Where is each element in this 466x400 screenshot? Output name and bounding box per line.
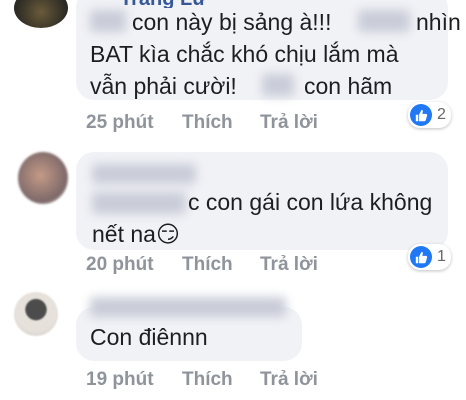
redacted-text bbox=[262, 74, 294, 96]
reaction-count-label: 1 bbox=[437, 248, 446, 265]
reaction-count-label: 2 bbox=[437, 106, 446, 123]
comment-bubble: Con điênnn bbox=[76, 297, 302, 361]
redacted-author[interactable] bbox=[92, 164, 196, 184]
redacted-author[interactable] bbox=[90, 297, 286, 317]
reply-link[interactable]: Trả lời bbox=[260, 369, 318, 391]
like-link[interactable]: Thích bbox=[182, 254, 233, 276]
reply-link[interactable]: Trả lời bbox=[260, 112, 318, 134]
comment-time[interactable]: 19 phút bbox=[86, 369, 154, 391]
reply-link[interactable]: Trả lời bbox=[260, 254, 318, 276]
comment-text: c con gái con lứa không bbox=[188, 189, 433, 215]
thumbs-up-icon bbox=[410, 246, 432, 268]
comment-text: con này bị sảng à!!! bbox=[132, 9, 332, 35]
thumbs-up-icon bbox=[410, 104, 432, 126]
comment-bubble: Trang Lữ con này bị sảng à!!! nhìn BAT k… bbox=[76, 0, 461, 100]
redacted-text bbox=[90, 10, 126, 32]
comment-text: con hãm bbox=[304, 73, 393, 99]
comment-time[interactable]: 20 phút bbox=[86, 254, 154, 276]
comment-bubble: c con gái con lứa không nết na😏 bbox=[76, 152, 448, 250]
reaction-count[interactable]: 2 bbox=[408, 102, 451, 128]
comment-time[interactable]: 25 phút bbox=[86, 112, 154, 134]
comment-text: nết na😏 bbox=[92, 221, 180, 247]
redacted-text bbox=[358, 10, 410, 32]
avatar[interactable] bbox=[18, 152, 68, 204]
like-link[interactable]: Thích bbox=[182, 369, 233, 391]
avatar[interactable] bbox=[14, 0, 68, 28]
redacted-author[interactable] bbox=[92, 192, 186, 214]
like-link[interactable]: Thích bbox=[182, 112, 233, 134]
comment-text: nhìn bbox=[416, 9, 461, 35]
comment-text: vẫn phải cười! bbox=[90, 73, 237, 99]
comment-text: BAT kìa chắc khó chịu lắm mà bbox=[90, 41, 399, 67]
avatar[interactable] bbox=[14, 292, 58, 336]
comment-text: Con điênnn bbox=[90, 324, 208, 350]
reaction-count[interactable]: 1 bbox=[408, 244, 451, 270]
